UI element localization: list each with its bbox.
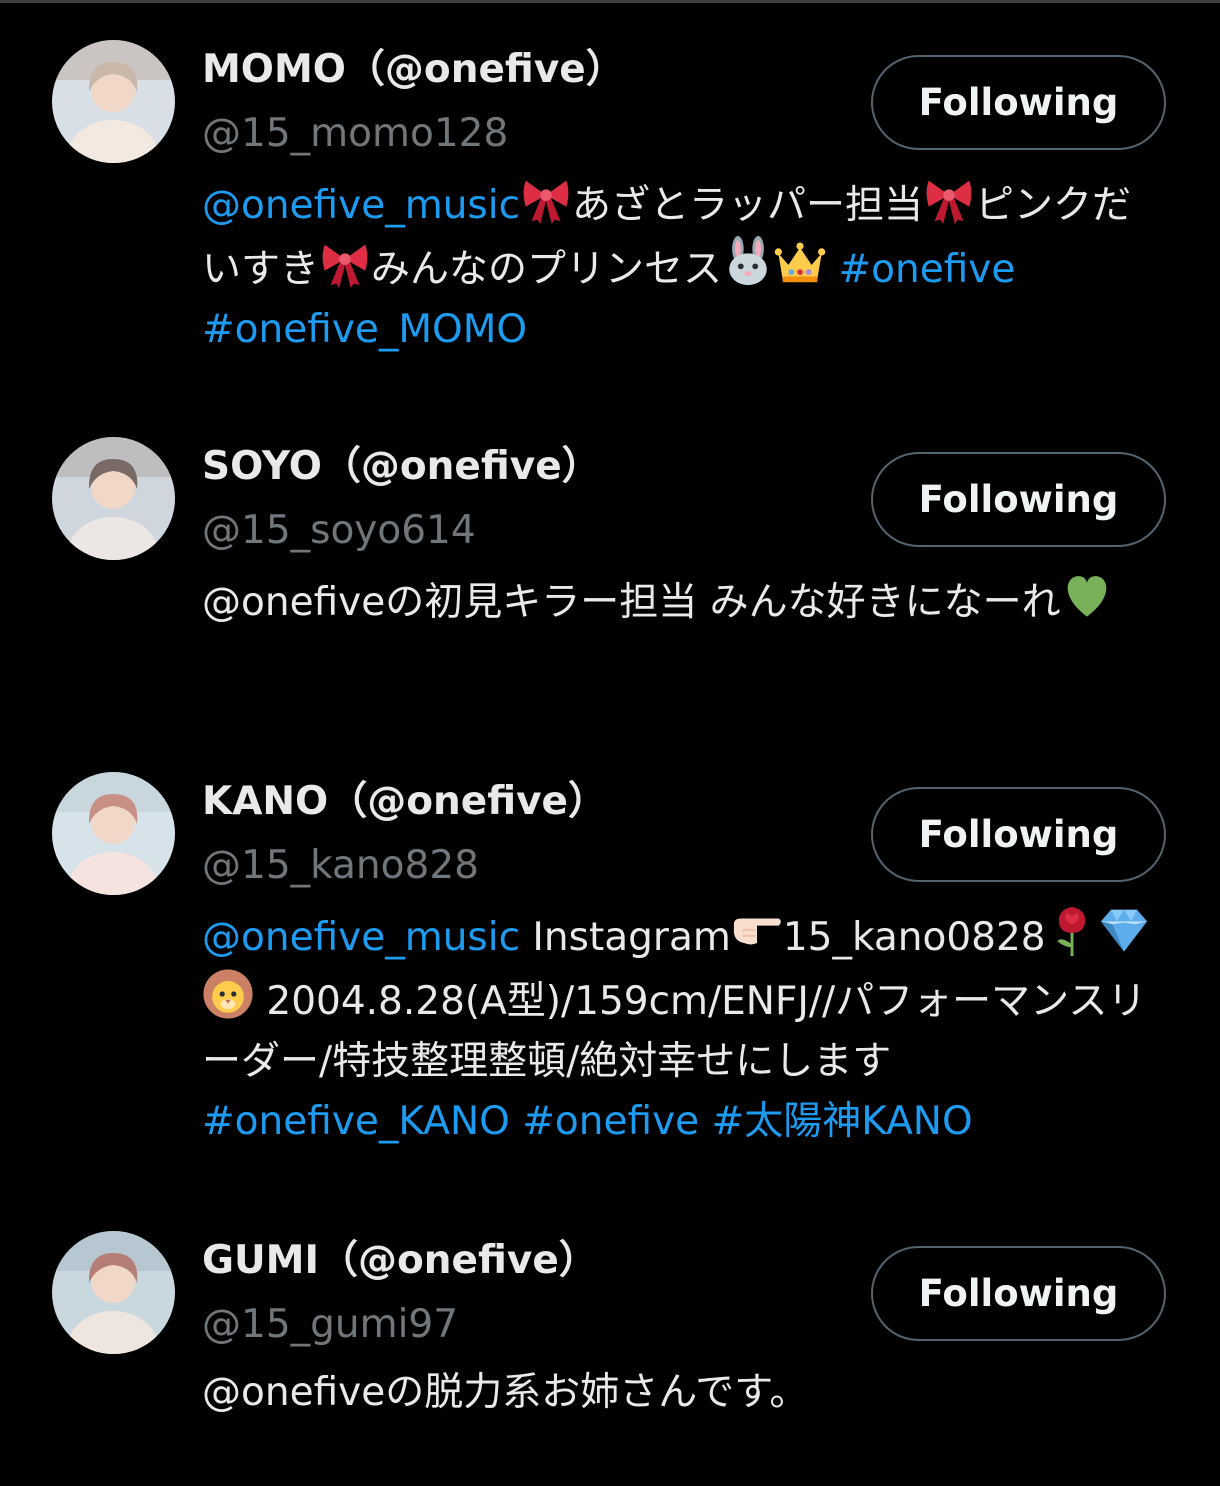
green-heart-icon [1061,569,1113,621]
ribbon-icon [319,236,371,288]
following-button[interactable]: Following [871,452,1166,547]
user-handle: @15_momo128 [202,111,509,156]
avatar[interactable] [52,1231,175,1354]
user-display-name[interactable]: KANO（@onefive） [202,778,842,826]
bio-text: @onefiveの初見キラー担当 みんな好きになーれ [202,580,1061,625]
hashtag-link[interactable]: #onefive [838,247,1015,292]
user-handle: @15_gumi97 [202,1302,459,1347]
hashtag-link[interactable]: #onefive [522,1099,699,1144]
following-button[interactable]: Following [871,55,1166,150]
user-bio: @onefive_music あざとラッパー担当 ピンクだいすき みんなのプリンセス … [202,172,1167,360]
ribbon-icon [520,172,572,224]
bio-text [826,247,838,292]
bio-text: Instagram [520,915,731,960]
user-display-name[interactable]: SOYO（@onefive） [202,443,842,491]
avatar[interactable] [52,40,175,163]
avatar[interactable] [52,772,175,895]
mention-link[interactable]: @onefive_music [202,183,520,228]
pointing-right-icon [731,904,783,956]
bio-text: みんなのプリンセス [371,247,723,292]
bio-text [699,1099,711,1144]
hashtag-link[interactable]: #onefive_KANO [202,1099,510,1144]
user-handle: @15_soyo614 [202,508,476,553]
crown-icon [774,236,826,288]
rabbit-face-icon [722,236,774,288]
user-bio: @onefiveの脱力系お姉さんです。 [202,1363,1167,1423]
following-button[interactable]: Following [871,1246,1166,1341]
user-display-name[interactable]: GUMI（@onefive） [202,1237,842,1285]
top-divider [0,0,1220,3]
bio-text: @onefiveの脱力系お姉さんです。 [202,1370,809,1415]
bio-text: 15_kano0828 [782,915,1046,960]
bio-text [510,1099,522,1144]
following-button[interactable]: Following [871,787,1166,882]
user-display-name[interactable]: MOMO（@onefive） [202,46,842,94]
avatar[interactable] [52,437,175,560]
rose-icon [1046,904,1098,956]
bio-text: あざとラッパー担当 [572,183,924,228]
ribbon-icon [923,172,975,224]
hashtag-link[interactable]: #太陽神KANO [712,1099,973,1144]
user-bio: @onefiveの初見キラー担当 みんな好きになーれ [202,569,1167,633]
lion-face-icon [202,968,254,1020]
user-bio: @onefive_music Instagram 15_kano0828 2004… [202,904,1167,1152]
gem-icon [1098,904,1150,956]
hashtag-link[interactable]: #onefive_MOMO [202,307,527,352]
user-handle: @15_kano828 [202,843,479,888]
mention-link[interactable]: @onefive_music [202,915,520,960]
bio-text: 2004.8.28(A型)/159cm/ENFJ//パフォーマンスリーダー/特技… [202,979,1147,1084]
